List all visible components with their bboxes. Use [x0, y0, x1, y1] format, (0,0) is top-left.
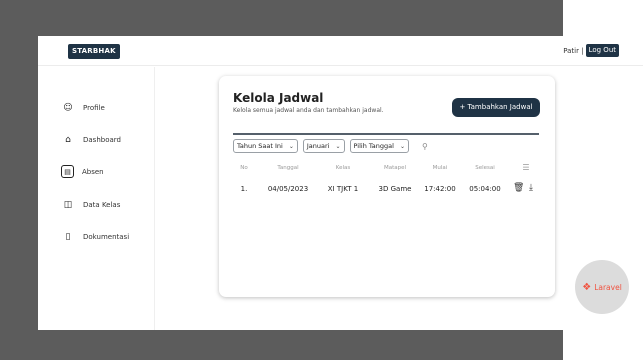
sidebar-item-absen[interactable]: ▤ Absen	[61, 165, 104, 178]
column-header-kelas: Kelas	[335, 165, 351, 171]
cell-selesai: 05:04:00	[469, 185, 501, 193]
search-icon[interactable]: ⚲	[422, 142, 428, 151]
document-icon: ▯	[65, 232, 71, 242]
sidebar-item-label: Dokumentasi	[83, 233, 130, 241]
column-header-tanggal: Tanggal	[277, 165, 299, 171]
date-select-value: Pilih Tanggal	[353, 142, 394, 150]
user-name: Patir |	[563, 46, 584, 55]
divider	[233, 133, 539, 135]
app-window: STARBHAK Patir | Log Out ☺ Profile ⌂ Das…	[38, 36, 643, 330]
cell-kelas: XI TJKT 1	[327, 185, 359, 193]
home-icon: ⌂	[65, 135, 71, 145]
column-header-mulai: Mulai	[432, 165, 448, 171]
month-select[interactable]: Januari ⌄	[302, 139, 345, 153]
sidebar-item-label: Profile	[83, 104, 105, 112]
page-title: Kelola Jadwal	[233, 91, 324, 105]
sidebar-item-label: Dashboard	[83, 136, 121, 144]
add-schedule-button[interactable]: + Tambahkan Jadwal	[452, 98, 540, 117]
chevron-down-icon: ⌄	[399, 142, 405, 150]
table-row: 1. 04/05/2023 XI TJKT 1 3D Game 17:42:00…	[233, 183, 539, 197]
chevron-down-icon: ⌄	[335, 142, 341, 150]
cell-tanggal: 04/05/2023	[267, 185, 309, 193]
sidebar-item-label: Data Kelas	[83, 201, 121, 209]
cell-matapel: 3D Game	[378, 185, 412, 193]
absen-icon: ▤	[61, 165, 74, 178]
sidebar-item-data-kelas[interactable]: ◫ Data Kelas	[61, 198, 121, 212]
book-icon: ◫	[63, 200, 73, 210]
sidebar-item-dokumentasi[interactable]: ▯ Dokumentasi	[61, 230, 130, 244]
page-description: Kelola semua jadwal anda dan tambahkan j…	[233, 107, 384, 114]
filter-bar: Tahun Saat Ini ⌄ Januari ⌄ Pilih Tanggal…	[233, 139, 428, 153]
laravel-logo-icon: ❖	[582, 281, 592, 293]
logout-button[interactable]: Log Out	[585, 44, 619, 57]
chevron-down-icon: ⌄	[288, 142, 294, 150]
download-icon[interactable]: ⤓	[526, 183, 536, 193]
sidebar-item-dashboard[interactable]: ⌂ Dashboard	[61, 133, 121, 147]
sidebar: ☺ Profile ⌂ Dashboard ▤ Absen ◫ Data Kel…	[38, 67, 155, 330]
brand-logo[interactable]: STARBHAK	[68, 44, 120, 59]
schedule-card: Kelola Jadwal Kelola semua jadwal anda d…	[219, 76, 555, 297]
settings-sliders-icon[interactable]: ☰	[519, 163, 533, 172]
date-select[interactable]: Pilih Tanggal ⌄	[349, 139, 409, 153]
table-header: No Tanggal Kelas Matapel Mulai Selesai ☰	[233, 163, 539, 177]
user-area: Patir | Log Out	[563, 44, 619, 57]
year-select[interactable]: Tahun Saat Ini ⌄	[233, 139, 298, 153]
cell-no: 1.	[240, 185, 248, 193]
trash-icon[interactable]: 🗑	[513, 183, 524, 193]
column-header-selesai: Selesai	[475, 165, 495, 171]
column-header-matapel: Matapel	[383, 165, 407, 171]
user-icon: ☺	[63, 103, 73, 113]
cell-mulai: 17:42:00	[424, 185, 456, 193]
laravel-badge[interactable]: ❖ Laravel	[575, 260, 629, 314]
column-header-no: No	[240, 165, 248, 171]
year-select-value: Tahun Saat Ini	[237, 142, 283, 150]
sidebar-item-profile[interactable]: ☺ Profile	[61, 101, 105, 115]
top-navbar: STARBHAK Patir | Log Out	[38, 36, 643, 66]
laravel-badge-label: Laravel	[594, 282, 622, 292]
sidebar-item-label: Absen	[82, 167, 104, 176]
month-select-value: Januari	[306, 142, 330, 150]
